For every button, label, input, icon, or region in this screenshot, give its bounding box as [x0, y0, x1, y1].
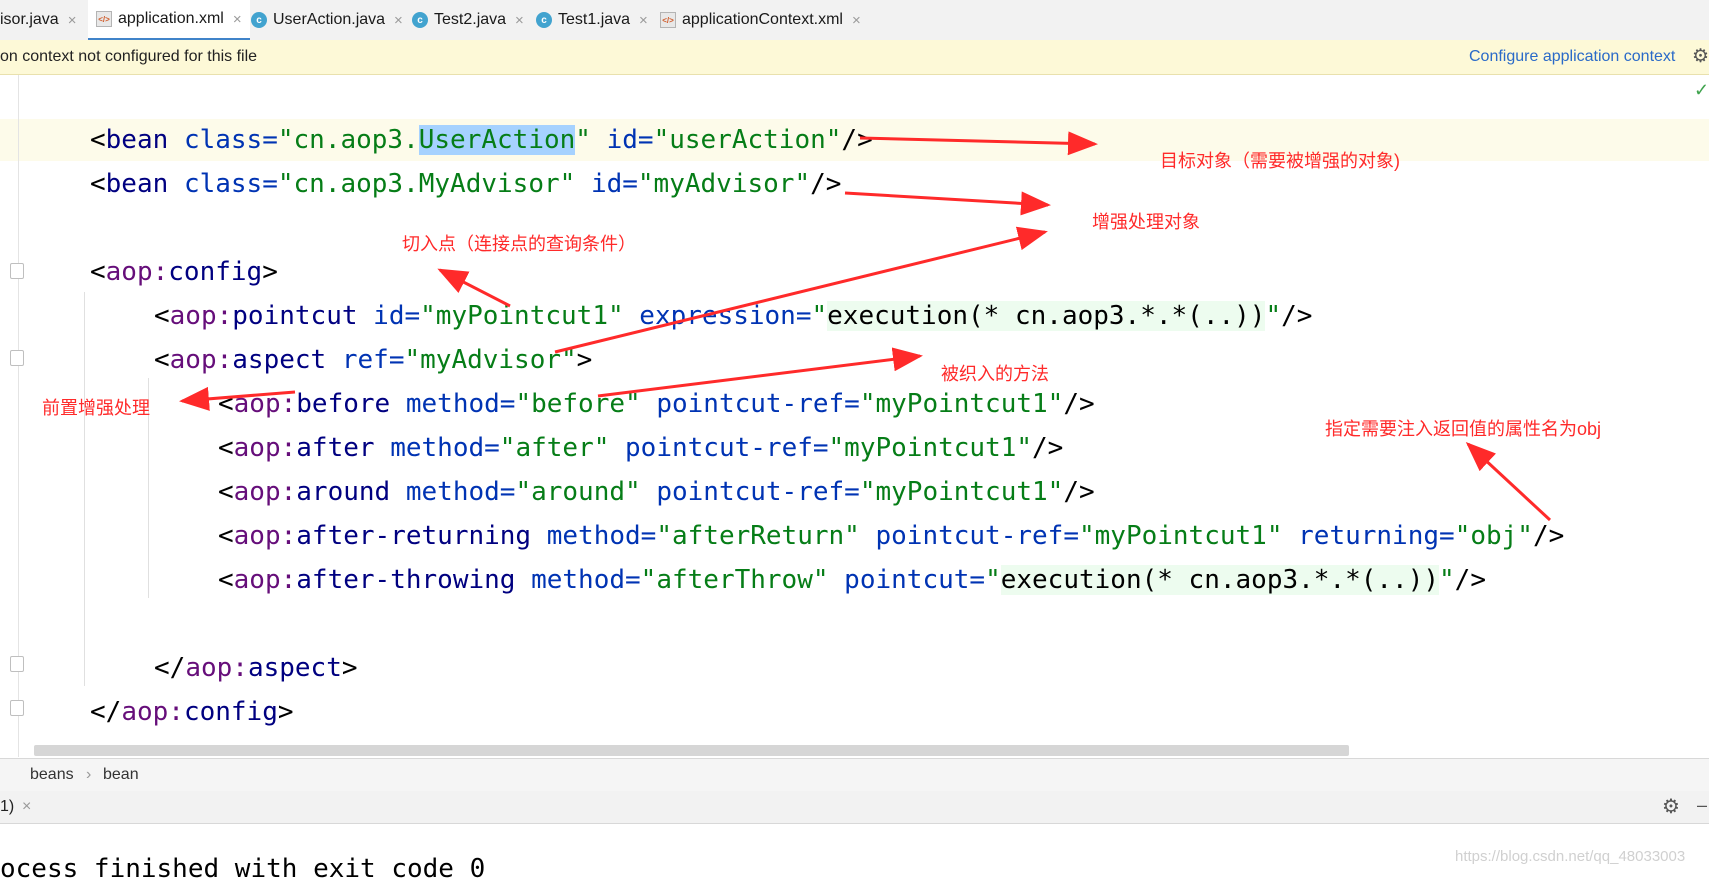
run-tab-label[interactable]: 1): [0, 798, 14, 816]
run-console[interactable]: ocess finished with exit code 0: [0, 824, 1709, 884]
annotation-advice: 增强处理对象: [1092, 212, 1200, 232]
horizontal-scrollbar[interactable]: [34, 745, 1349, 756]
breadcrumb: beans › bean: [0, 758, 1709, 792]
annotation-pointcut: 切入点（连接点的查询条件）: [402, 234, 636, 254]
minimize-icon[interactable]: –: [1697, 795, 1707, 816]
breadcrumb-separator: ›: [86, 766, 92, 783]
arrow-pointcut: [437, 268, 511, 308]
arrow-target: [859, 131, 1098, 156]
annotation-woven: 被织入的方法: [941, 364, 1049, 384]
arrow-advice: [844, 191, 1051, 216]
annotation-before: 前置增强处理: [42, 398, 150, 418]
breadcrumb-item-beans[interactable]: beans: [30, 766, 74, 784]
console-output: ocess finished with exit code 0: [0, 854, 486, 884]
annotation-returning: 指定需要注入返回值的属性名为obj: [1325, 419, 1602, 439]
gear-icon[interactable]: ⚙: [1662, 794, 1680, 819]
arrow-returning: [1465, 441, 1552, 522]
breadcrumb-item-bean[interactable]: bean: [103, 766, 139, 784]
close-icon[interactable]: ×: [22, 798, 31, 816]
arrow-before: [179, 386, 296, 411]
arrow-woven: [597, 347, 923, 398]
annotation-target: 目标对象（需要被增强的对象): [1160, 151, 1400, 171]
run-tool-window-header: 1) × ⚙ –: [0, 791, 1709, 824]
watermark: https://blog.csdn.net/qq_48033003: [1455, 848, 1686, 865]
